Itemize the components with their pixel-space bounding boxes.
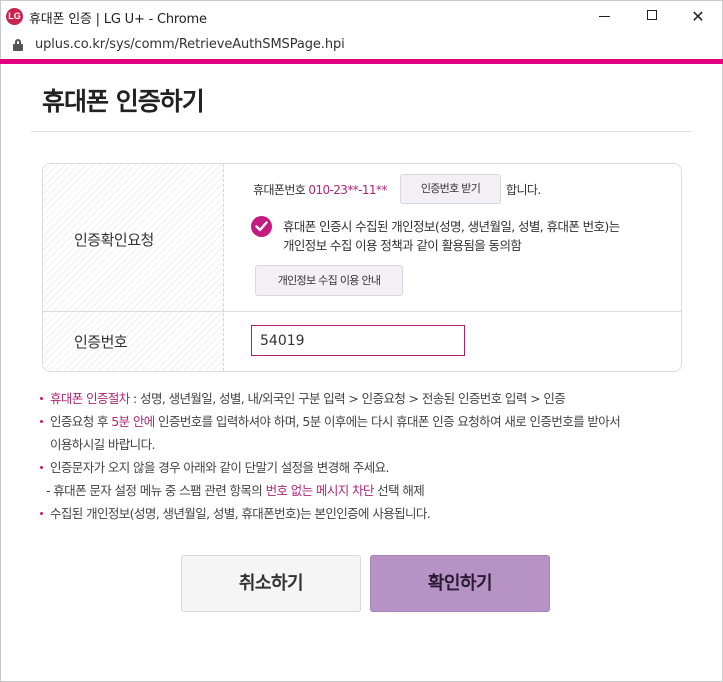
notice-text: 선택 해제 bbox=[373, 483, 425, 498]
request-label: 인증확인요청 bbox=[74, 231, 154, 249]
cancel-button[interactable]: 취소하기 bbox=[181, 555, 361, 612]
lock-icon bbox=[13, 39, 23, 51]
phone-number-line: 휴대폰번호 010-23**-11** bbox=[253, 181, 387, 198]
notice-item: 수집된 개인정보(성명, 생년월일, 성별, 휴대폰번호)는 본인인증에 사용됩… bbox=[40, 502, 700, 525]
window-titlebar: LG 휴대폰 인증 | LG U+ - Chrome ✕ bbox=[0, 0, 723, 31]
title-divider bbox=[31, 131, 692, 132]
minimize-button[interactable] bbox=[582, 1, 628, 32]
maximize-icon bbox=[647, 10, 657, 20]
notice-highlight: 5분 안에 bbox=[111, 414, 155, 429]
lg-logo-icon: LG bbox=[6, 8, 23, 25]
confirm-button[interactable]: 확인하기 bbox=[370, 555, 550, 612]
notice-item-continued: 이용하시길 바랍니다. bbox=[40, 433, 700, 456]
notice-text: 인증요청 후 bbox=[50, 414, 112, 429]
notice-list: 휴대폰 인증절차 : 성명, 생년월일, 성별, 내/외국인 구분 입력 > 인… bbox=[40, 387, 700, 525]
address-bar[interactable]: uplus.co.kr/sys/comm/RetrieveAuthSMSPage… bbox=[0, 31, 723, 59]
page-title: 휴대폰 인증하기 bbox=[42, 87, 205, 116]
send-code-button[interactable]: 인증번호 받기 bbox=[400, 174, 501, 204]
row-divider bbox=[43, 311, 681, 312]
consent-checkbox-checked-icon[interactable] bbox=[251, 216, 272, 237]
notice-text: - 휴대폰 문자 설정 메뉴 중 스팸 관련 항목의 bbox=[46, 483, 266, 498]
bullet-icon bbox=[40, 420, 43, 423]
notice-text: 인증문자가 오지 않을 경우 아래와 같이 단말기 설정을 변경해 주세요. bbox=[50, 460, 390, 475]
notice-highlight: 번호 없는 메시지 차단 bbox=[265, 483, 375, 498]
bullet-icon bbox=[40, 397, 43, 400]
url-text[interactable]: uplus.co.kr/sys/comm/RetrieveAuthSMSPage… bbox=[35, 37, 345, 52]
code-label: 인증번호 bbox=[74, 333, 128, 351]
privacy-info-button[interactable]: 개인정보 수집 이용 안내 bbox=[255, 265, 403, 296]
notice-highlight: 휴대폰 인증절차 bbox=[50, 391, 130, 406]
window-title: 휴대폰 인증 | LG U+ - Chrome bbox=[29, 12, 207, 27]
consent-text: 휴대폰 인증시 수집된 개인정보(성명, 생년월일, 성별, 휴대폰 번호)는 … bbox=[283, 219, 620, 253]
auth-code-input[interactable] bbox=[251, 325, 465, 356]
close-button[interactable]: ✕ bbox=[675, 1, 721, 32]
notice-item: 인증문자가 오지 않을 경우 아래와 같이 단말기 설정을 변경해 주세요. bbox=[40, 456, 700, 479]
notice-sub-item: - 휴대폰 문자 설정 메뉴 중 스팸 관련 항목의 번호 없는 메시지 차단 … bbox=[40, 479, 700, 502]
phone-suffix: 합니다. bbox=[506, 183, 541, 197]
notice-text: 인증번호를 입력하셔야 하며, 5분 이후에는 다시 휴대폰 인증 요청하여 새… bbox=[154, 414, 621, 429]
phone-prefix: 휴대폰번호 bbox=[253, 183, 306, 197]
notice-text: : 성명, 생년월일, 성별, 내/외국인 구분 입력 > 인증요청 > 전송된… bbox=[129, 391, 566, 406]
bullet-icon bbox=[40, 512, 43, 515]
bullet-icon bbox=[40, 466, 43, 469]
notice-text: 이용하시길 바랍니다. bbox=[50, 437, 155, 452]
minimize-icon bbox=[599, 16, 610, 17]
label-column bbox=[43, 164, 224, 371]
page-content: 휴대폰 인증하기 인증확인요청 인증번호 휴대폰번호 010-23**-11**… bbox=[0, 64, 723, 682]
notice-item: 휴대폰 인증절차 : 성명, 생년월일, 성별, 내/외국인 구분 입력 > 인… bbox=[40, 387, 700, 410]
maximize-button[interactable] bbox=[629, 1, 675, 32]
phone-number: 010-23**-11** bbox=[308, 183, 387, 197]
auth-form: 인증확인요청 인증번호 휴대폰번호 010-23**-11** 인증번호 받기 … bbox=[42, 163, 682, 372]
notice-item: 인증요청 후 5분 안에 인증번호를 입력하셔야 하며, 5분 이후에는 다시 … bbox=[40, 410, 700, 433]
notice-text: 수집된 개인정보(성명, 생년월일, 성별, 휴대폰번호)는 본인인증에 사용됩… bbox=[50, 506, 431, 521]
